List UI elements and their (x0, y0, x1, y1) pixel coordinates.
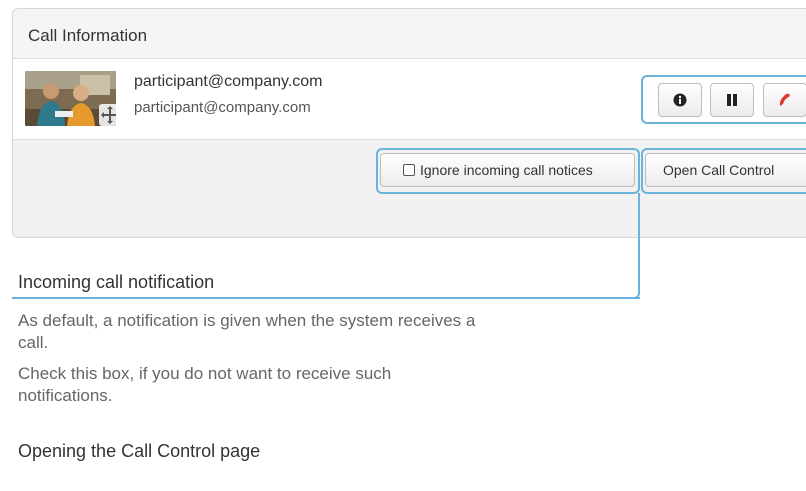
ignore-checkbox-label: Ignore incoming call notices (420, 162, 593, 178)
move-icon (99, 104, 116, 126)
ignore-incoming-call-notices-checkbox[interactable]: Ignore incoming call notices (380, 153, 635, 187)
incoming-call-notification-description: As default, a notification is given when… (18, 311, 476, 352)
opening-call-control-heading: Opening the Call Control page (18, 441, 261, 461)
hang-up-icon (779, 93, 790, 106)
end-call-button[interactable] (763, 83, 806, 117)
hold-button[interactable] (710, 83, 754, 117)
checkbox-icon (403, 164, 415, 176)
participant-video-thumbnail[interactable] (25, 71, 116, 126)
panel-title: Call Information (28, 26, 148, 45)
call-info-button[interactable] (658, 83, 702, 117)
open-call-control-label: Open Call Control (663, 162, 775, 178)
active-call-row: participant@company.com participant@comp… (13, 59, 806, 140)
info-icon (673, 93, 687, 107)
pause-icon (727, 94, 737, 106)
incoming-heading-underline (12, 297, 640, 299)
panel-header: Call Information × (13, 9, 806, 59)
call-information-panel: Call Information × participant@company. (12, 8, 806, 238)
remote-participant-name: participant@company.com (134, 73, 323, 90)
remote-participant-uri: participant@company.com (134, 99, 311, 116)
incoming-call-notification-heading: Incoming call notification (18, 272, 215, 292)
open-call-control-button[interactable]: Open Call Control (645, 153, 806, 187)
ignore-notices-description: Check this box, if you do not want to re… (18, 364, 392, 405)
